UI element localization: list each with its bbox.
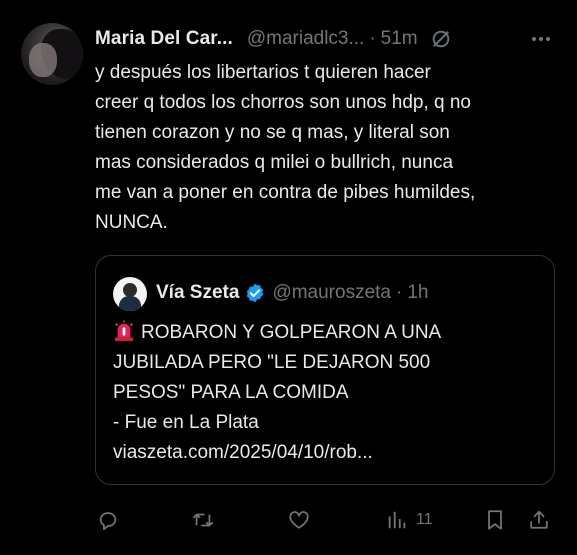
views-icon: [388, 511, 406, 529]
quoted-link[interactable]: viaszeta.com/2025/04/10/rob...: [113, 438, 543, 468]
quoted-tweet[interactable]: Vía Szeta @mauroszeta · 1h ROBARON Y GOL…: [95, 255, 555, 485]
tweet[interactable]: Maria Del Car... @mariadlc3... · 51m y d…: [0, 0, 577, 555]
quoted-header: Vía Szeta @mauroszeta · 1h: [156, 279, 428, 307]
verified-badge-icon: [247, 283, 264, 303]
quoted-line-3: PESOS" PARA LA COMIDA: [113, 382, 349, 403]
reply-icon: [99, 512, 117, 531]
quoted-text: ROBARON Y GOLPEARON A UNA JUBILADA PERO …: [113, 318, 543, 468]
quoted-timestamp[interactable]: 1h: [407, 282, 428, 304]
header-separator: ·: [369, 28, 376, 49]
views-count: 11: [416, 511, 433, 528]
grok-icon[interactable]: [430, 28, 452, 50]
tweet-timestamp[interactable]: 51m: [381, 28, 418, 50]
tweet-header: Maria Del Car... @mariadlc3... · 51m: [95, 25, 565, 53]
bookmark-button[interactable]: [484, 505, 506, 535]
quoted-line-1-text: ROBARON Y GOLPEARON A UNA: [141, 322, 442, 343]
quoted-avatar-body: [119, 296, 141, 311]
reply-button[interactable]: [97, 505, 119, 535]
quoted-line-4: - Fue en La Plata: [113, 412, 259, 433]
like-button[interactable]: [288, 505, 310, 535]
tweet-text: y después los libertarios t quieren hace…: [95, 62, 476, 233]
siren-emoji-icon: [114, 320, 134, 342]
quoted-line-1: ROBARON Y GOLPEARON A UNA: [113, 318, 543, 348]
tweet-actions: 11: [95, 505, 565, 535]
quoted-display-name[interactable]: Vía Szeta: [156, 282, 239, 304]
author-handle[interactable]: @mariadlc3...: [247, 28, 365, 50]
retweet-icon: [192, 513, 214, 527]
like-icon: [289, 511, 309, 529]
more-icon[interactable]: [526, 27, 556, 51]
views-button[interactable]: 11: [386, 505, 433, 535]
author-display-name[interactable]: Maria Del Car...: [95, 28, 233, 50]
quoted-separator: ·: [396, 282, 403, 303]
quoted-author-avatar[interactable]: [113, 277, 147, 311]
retweet-button[interactable]: [192, 505, 214, 535]
bookmark-icon: [488, 510, 502, 530]
avatar-face: [29, 43, 57, 77]
quoted-avatar-head: [123, 283, 137, 297]
quoted-line-2: JUBILADA PERO "LE DEJARON 500: [113, 352, 431, 373]
share-icon: [530, 510, 548, 529]
share-button[interactable]: [528, 505, 550, 535]
quoted-handle[interactable]: @mauroszeta: [272, 282, 391, 304]
author-avatar[interactable]: [21, 23, 83, 85]
